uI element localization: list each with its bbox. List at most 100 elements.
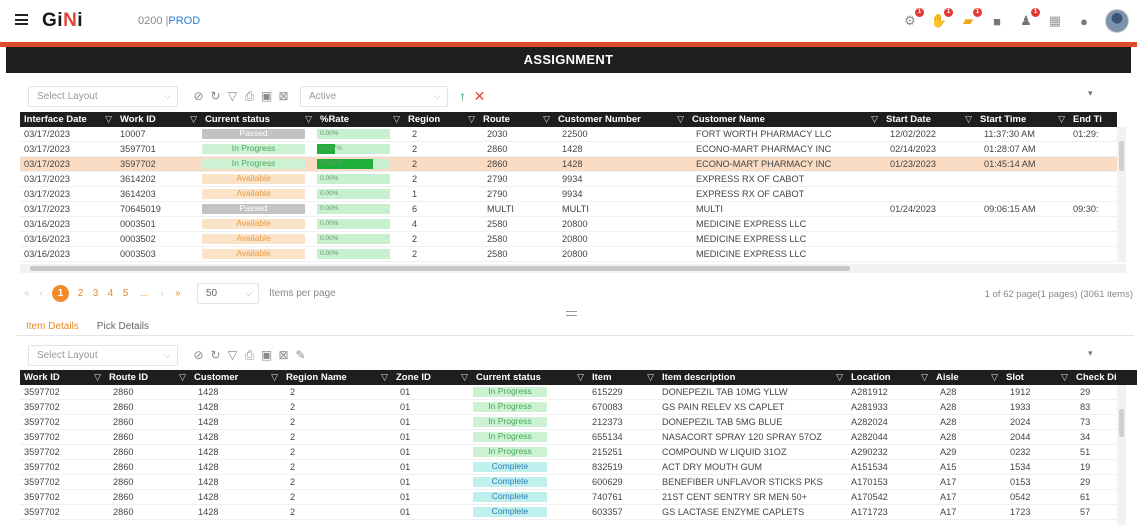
table-row[interactable]: 03/17/2023 3614202 Available 0.00% 2 2790 9934… bbox=[20, 172, 1117, 187]
column-header-interface-date[interactable]: Interface Date ▽ bbox=[20, 112, 116, 127]
column-filter-icon[interactable]: ▽ bbox=[647, 370, 654, 385]
pager-page-3[interactable]: 3 bbox=[88, 288, 103, 299]
column-filter-icon[interactable]: ▽ bbox=[305, 112, 312, 127]
table-row[interactable]: 3597702 2860 1428 2 01 Complete 832519 ACT DRY … bbox=[20, 460, 1117, 475]
export-pdf-icon[interactable]: ▣ bbox=[258, 89, 275, 103]
column-header-customer-name[interactable]: Customer Name ▽ bbox=[688, 112, 882, 127]
print-icon[interactable]: ⎙ bbox=[241, 348, 258, 363]
column-filter-icon[interactable]: ▽ bbox=[1058, 112, 1065, 127]
help-icon[interactable]: ● bbox=[1076, 13, 1092, 29]
pager-first-icon[interactable]: « bbox=[20, 288, 34, 299]
column-header-location[interactable]: Location ▽ bbox=[847, 370, 932, 385]
column-header-slot[interactable]: Slot ▽ bbox=[1002, 370, 1072, 385]
column-filter-icon[interactable]: ▽ bbox=[179, 370, 186, 385]
column-filter-icon[interactable]: ▽ bbox=[94, 370, 101, 385]
column-filter-icon[interactable]: ▽ bbox=[190, 112, 197, 127]
column-header-work-id[interactable]: Work ID ▽ bbox=[20, 370, 105, 385]
folder-alert-icon[interactable]: ▰ 1 bbox=[960, 8, 982, 29]
user-avatar[interactable] bbox=[1105, 9, 1129, 33]
refresh-icon[interactable]: ↻ bbox=[207, 89, 224, 103]
column-header-aisle[interactable]: Aisle ▽ bbox=[932, 370, 1002, 385]
table-row[interactable]: 3597702 2860 1428 2 01 In Progress 655134 NASAC… bbox=[20, 430, 1117, 445]
bell-icon[interactable]: ♟ 1 bbox=[1018, 8, 1040, 29]
pager-page-5[interactable]: 5 bbox=[118, 288, 133, 299]
column-header-current-status[interactable]: Current status ▽ bbox=[201, 112, 316, 127]
pager-page-2[interactable]: 2 bbox=[73, 288, 88, 299]
column-header-current-status[interactable]: Current status ▽ bbox=[472, 370, 588, 385]
export-excel-icon[interactable]: ⊠ bbox=[275, 348, 292, 362]
column-filter-icon[interactable]: ▽ bbox=[677, 112, 684, 127]
column-header-end-time[interactable]: End Ti bbox=[1069, 112, 1117, 127]
tab-pick-details[interactable]: Pick Details bbox=[88, 318, 158, 336]
table-row[interactable]: 3597702 2860 1428 2 01 Complete 600629 BENEFIBE… bbox=[20, 475, 1117, 490]
table-row[interactable]: 03/17/2023 10007 Passed 0.00% 2 2030 22500 FORT… bbox=[20, 127, 1117, 142]
column-header-route-id[interactable]: Route ID ▽ bbox=[105, 370, 190, 385]
column-header-rate[interactable]: %Rate ▽ bbox=[316, 112, 404, 127]
check-circle-icon[interactable]: ⊘ bbox=[190, 89, 207, 103]
table-row[interactable]: 3597702 2860 1428 2 01 In Progress 215251 COMPO… bbox=[20, 445, 1117, 460]
table-row[interactable]: 3597702 2860 1428 2 01 In Progress 212373 DONEP… bbox=[20, 415, 1117, 430]
report-icon[interactable]: ▦ bbox=[1047, 13, 1063, 29]
column-filter-icon[interactable]: ▽ bbox=[991, 370, 998, 385]
export-excel-icon[interactable]: ⊠ bbox=[275, 89, 292, 103]
pager-more[interactable]: ... bbox=[133, 288, 155, 299]
table-row[interactable]: 03/17/2023 3614203 Available 0.00% 1 2790 9934… bbox=[20, 187, 1117, 202]
resize-handle[interactable] bbox=[566, 311, 577, 316]
column-header-item-description[interactable]: Item description ▽ bbox=[658, 370, 847, 385]
column-header-region[interactable]: Region ▽ bbox=[404, 112, 479, 127]
status-filter-select[interactable]: Active ⌵ bbox=[300, 85, 448, 107]
check-circle-icon[interactable]: ⊘ bbox=[190, 348, 207, 362]
arrow-up-icon[interactable]: ↑ bbox=[454, 88, 471, 104]
column-filter-icon[interactable]: ▽ bbox=[836, 370, 843, 385]
pager-prev-icon[interactable]: ‹ bbox=[34, 288, 48, 299]
column-header-item[interactable]: Item ▽ bbox=[588, 370, 658, 385]
column-filter-icon[interactable]: ▽ bbox=[393, 112, 400, 127]
assignment-grid-hscrollbar[interactable] bbox=[20, 264, 1126, 273]
close-icon[interactable]: ✕ bbox=[471, 88, 488, 105]
pager-page-1[interactable]: 1 bbox=[52, 284, 69, 302]
column-header-region-name[interactable]: Region Name ▽ bbox=[282, 370, 392, 385]
hand-alert-icon[interactable]: ✋ 1 bbox=[931, 8, 953, 29]
item-details-grid-vscrollbar[interactable] bbox=[1117, 385, 1126, 525]
details-layout-select[interactable]: Select Layout ⌵ bbox=[28, 344, 178, 366]
chevron-down-icon[interactable]: ▾ bbox=[1088, 88, 1093, 99]
pager-next-icon[interactable]: › bbox=[155, 288, 169, 299]
export-pdf-icon[interactable]: ▣ bbox=[258, 348, 275, 362]
column-filter-icon[interactable]: ▽ bbox=[468, 112, 475, 127]
column-filter-icon[interactable]: ▽ bbox=[271, 370, 278, 385]
column-filter-icon[interactable]: ▽ bbox=[1061, 370, 1068, 385]
assignment-grid-vscrollbar[interactable] bbox=[1117, 127, 1126, 262]
print-icon[interactable]: ⎙ bbox=[241, 89, 258, 104]
table-row[interactable]: 03/16/2023 0003501 Available 0.00% 4 2580 2080… bbox=[20, 217, 1117, 232]
column-header-customer-number[interactable]: Customer Number ▽ bbox=[554, 112, 688, 127]
column-filter-icon[interactable]: ▽ bbox=[871, 112, 878, 127]
layout-select[interactable]: Select Layout ⌵ bbox=[28, 85, 178, 107]
column-header-work-id[interactable]: Work ID ▽ bbox=[116, 112, 201, 127]
pager-page-4[interactable]: 4 bbox=[103, 288, 118, 299]
table-row[interactable]: 03/17/2023 70645019 Passed 0.00% 6 MULTI MULTI… bbox=[20, 202, 1117, 217]
column-header-customer[interactable]: Customer ▽ bbox=[190, 370, 282, 385]
video-icon[interactable]: ■ bbox=[989, 13, 1005, 29]
table-row[interactable]: 3597702 2860 1428 2 01 In Progress 670083 GS PA… bbox=[20, 400, 1117, 415]
refresh-icon[interactable]: ↻ bbox=[207, 348, 224, 362]
column-filter-icon[interactable]: ▽ bbox=[921, 370, 928, 385]
hamburger-menu-icon[interactable] bbox=[15, 14, 28, 25]
column-header-zone-id[interactable]: Zone ID ▽ bbox=[392, 370, 472, 385]
app-logo[interactable]: GiNi bbox=[42, 10, 83, 32]
column-header-check-digit[interactable]: Check Di bbox=[1072, 370, 1137, 385]
column-filter-icon[interactable]: ▽ bbox=[965, 112, 972, 127]
table-row[interactable]: 3597702 2860 1428 2 01 Complete 603357 GS LACTA… bbox=[20, 505, 1117, 520]
table-row[interactable]: 03/16/2023 0003502 Available 0.00% 2 2580 2080… bbox=[20, 232, 1117, 247]
edit-icon[interactable]: ✎ bbox=[292, 348, 309, 362]
column-filter-icon[interactable]: ▽ bbox=[461, 370, 468, 385]
pager-last-icon[interactable]: » bbox=[169, 288, 187, 299]
workers-icon[interactable]: ⚙ 1 bbox=[902, 8, 924, 29]
filter-icon[interactable]: ▽ bbox=[224, 89, 241, 103]
table-row[interactable]: 03/17/2023 3597701 In Progress 24.07% 2 2860 1… bbox=[20, 142, 1117, 157]
column-header-route[interactable]: Route ▽ bbox=[479, 112, 554, 127]
filter-icon[interactable]: ▽ bbox=[224, 348, 241, 362]
column-filter-icon[interactable]: ▽ bbox=[543, 112, 550, 127]
column-filter-icon[interactable]: ▽ bbox=[381, 370, 388, 385]
column-header-start-time[interactable]: Start Time ▽ bbox=[976, 112, 1069, 127]
chevron-down-icon[interactable]: ▾ bbox=[1088, 348, 1093, 359]
